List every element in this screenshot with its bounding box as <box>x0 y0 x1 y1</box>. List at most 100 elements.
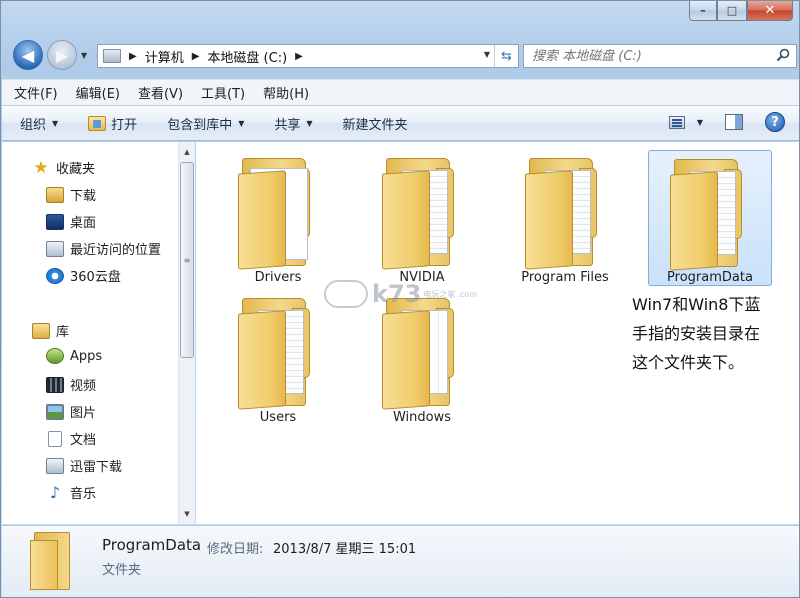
details-item-type: 文件夹 <box>102 563 142 578</box>
folder-item-windows[interactable]: Windows <box>360 290 484 426</box>
minimize-button[interactable]: – <box>689 1 717 21</box>
nav-favorites-label: 收藏夹 <box>56 162 96 177</box>
annotation-line: Win7和Win8下蓝 <box>632 295 761 314</box>
desktop-icon <box>46 213 64 230</box>
menu-file[interactable]: 文件(F) <box>14 83 58 102</box>
navigation-pane-scrollbar[interactable]: ▲ ≡ ▼ <box>178 142 195 524</box>
folder-icon <box>525 158 605 270</box>
organize-button[interactable]: 组织 ▼ <box>20 114 58 133</box>
organize-label: 组织 <box>20 117 47 133</box>
folder-icon <box>28 532 78 592</box>
nav-item-xunlei-downloads[interactable]: 迅雷下载 <box>46 456 122 475</box>
folder-icon <box>238 298 318 410</box>
forward-button[interactable]: ▶ <box>47 40 77 70</box>
caret-down-icon: ▼ <box>52 118 59 128</box>
new-folder-button[interactable]: 新建文件夹 <box>343 114 408 133</box>
include-in-library-button[interactable]: 包含到库中 ▼ <box>167 114 244 133</box>
star-icon: ★ <box>33 157 49 178</box>
menu-bar: 文件(F) 编辑(E) 查看(V) 工具(T) 帮助(H) <box>2 79 799 105</box>
nav-item-label: 音乐 <box>70 487 97 502</box>
scroll-down-icon[interactable]: ▼ <box>179 506 195 522</box>
open-folder-icon <box>88 115 107 131</box>
help-icon[interactable]: ? <box>765 112 785 132</box>
nav-item-label: 360云盘 <box>70 270 121 285</box>
nav-item-desktop[interactable]: 桌面 <box>46 212 96 231</box>
nav-item-apps[interactable]: Apps <box>46 348 102 364</box>
search-icon[interactable] <box>776 48 790 62</box>
document-icon <box>48 430 62 447</box>
nav-libraries[interactable]: 库 <box>32 321 69 340</box>
breadcrumb-local-disk[interactable]: 本地磁盘 (C:) <box>207 47 287 66</box>
annotation-line: 这个文件夹下。 <box>632 353 745 372</box>
share-button[interactable]: 共享 ▼ <box>274 114 312 133</box>
nav-item-label: 迅雷下载 <box>70 460 123 475</box>
chevron-right-icon[interactable]: ▶ <box>295 51 303 62</box>
menu-edit[interactable]: 编辑(E) <box>76 83 120 102</box>
nav-item-videos[interactable]: 视频 <box>46 375 96 394</box>
nav-favorites[interactable]: ★ 收藏夹 <box>32 157 96 178</box>
details-pane: ProgramData 修改日期: 2013/8/7 星期三 15:01 文件夹 <box>2 525 799 597</box>
folder-name: ProgramData <box>667 270 753 285</box>
music-icon: ♪ <box>49 483 61 502</box>
nav-item-documents[interactable]: 文档 <box>46 429 96 448</box>
open-label: 打开 <box>111 117 138 133</box>
preview-pane-icon[interactable] <box>725 114 743 130</box>
recent-pages-dropdown-icon[interactable]: ▼ <box>81 51 87 60</box>
nav-item-360-cloud[interactable]: 360云盘 <box>46 266 121 285</box>
maximize-button[interactable]: □ <box>717 1 747 21</box>
close-button[interactable]: ✕ <box>747 1 793 21</box>
folder-item-program-files[interactable]: Program Files <box>503 150 627 286</box>
menu-tools[interactable]: 工具(T) <box>201 83 245 102</box>
library-icon <box>32 322 50 339</box>
search-input[interactable] <box>532 48 762 64</box>
scroll-up-icon[interactable]: ▲ <box>179 144 195 160</box>
view-controls: ▼ ? <box>668 112 785 132</box>
chevron-right-icon[interactable]: ▶ <box>192 51 200 62</box>
nav-item-pictures[interactable]: 图片 <box>46 402 96 421</box>
nav-item-label: 视频 <box>70 379 97 394</box>
menu-help[interactable]: 帮助(H) <box>263 83 309 102</box>
nav-item-label: 最近访问的位置 <box>70 243 162 258</box>
folder-icon <box>238 158 318 270</box>
file-list: Drivers NVIDIA Program Files ProgramData <box>196 142 799 524</box>
folder-item-users[interactable]: Users <box>216 290 340 426</box>
refresh-icon[interactable]: ⇆ <box>494 45 518 67</box>
caret-down-icon: ▼ <box>306 118 313 128</box>
caret-down-icon: ▼ <box>238 118 245 128</box>
share-label: 共享 <box>274 117 301 133</box>
nav-item-music[interactable]: ♪ 音乐 <box>46 483 96 502</box>
view-options-dropdown-icon[interactable]: ▼ <box>697 118 703 127</box>
change-view-icon[interactable] <box>668 115 685 129</box>
chevron-right-icon[interactable]: ▶ <box>129 51 137 62</box>
downloads-library-icon <box>46 457 64 474</box>
cloud-drive-icon <box>46 267 64 284</box>
folder-item-drivers[interactable]: Drivers <box>216 150 340 286</box>
nav-item-label: 桌面 <box>70 216 97 231</box>
menu-view[interactable]: 查看(V) <box>138 83 183 102</box>
nav-item-recent-places[interactable]: 最近访问的位置 <box>46 239 161 258</box>
back-button[interactable]: ◀ <box>13 40 43 70</box>
watermark-text: k73 <box>372 280 422 308</box>
address-history-dropdown-icon[interactable]: ▼ <box>484 50 490 59</box>
scrollbar-thumb[interactable]: ≡ <box>180 162 194 358</box>
annotation-note: Win7和Win8下蓝 手指的安装目录在 这个文件夹下。 <box>632 290 792 377</box>
folder-name: Program Files <box>521 270 609 285</box>
navigation-bar: ◀ ▶ ▼ ▶ 计算机 ▶ 本地磁盘 (C:) ▶ ▼ ⇆ <box>11 39 797 71</box>
nav-item-label: Apps <box>70 348 103 364</box>
nav-item-label: 图片 <box>70 406 97 421</box>
pictures-icon <box>46 403 64 420</box>
downloads-folder-icon <box>46 186 64 203</box>
breadcrumb-computer[interactable]: 计算机 <box>145 47 184 66</box>
folder-icon <box>382 298 462 410</box>
address-bar[interactable]: ▶ 计算机 ▶ 本地磁盘 (C:) ▶ ▼ ⇆ <box>97 44 519 68</box>
folder-item-programdata[interactable]: ProgramData <box>648 150 772 286</box>
open-button[interactable]: 打开 <box>88 114 137 133</box>
folder-item-nvidia[interactable]: NVIDIA <box>360 150 484 286</box>
apps-icon <box>46 348 64 364</box>
include-in-library-label: 包含到库中 <box>167 117 233 133</box>
annotation-line: 手指的安装目录在 <box>632 324 761 343</box>
nav-libraries-label: 库 <box>56 325 70 340</box>
nav-item-downloads[interactable]: 下载 <box>46 185 96 204</box>
search-box[interactable] <box>523 44 797 68</box>
caption-buttons: – □ ✕ <box>689 1 793 21</box>
